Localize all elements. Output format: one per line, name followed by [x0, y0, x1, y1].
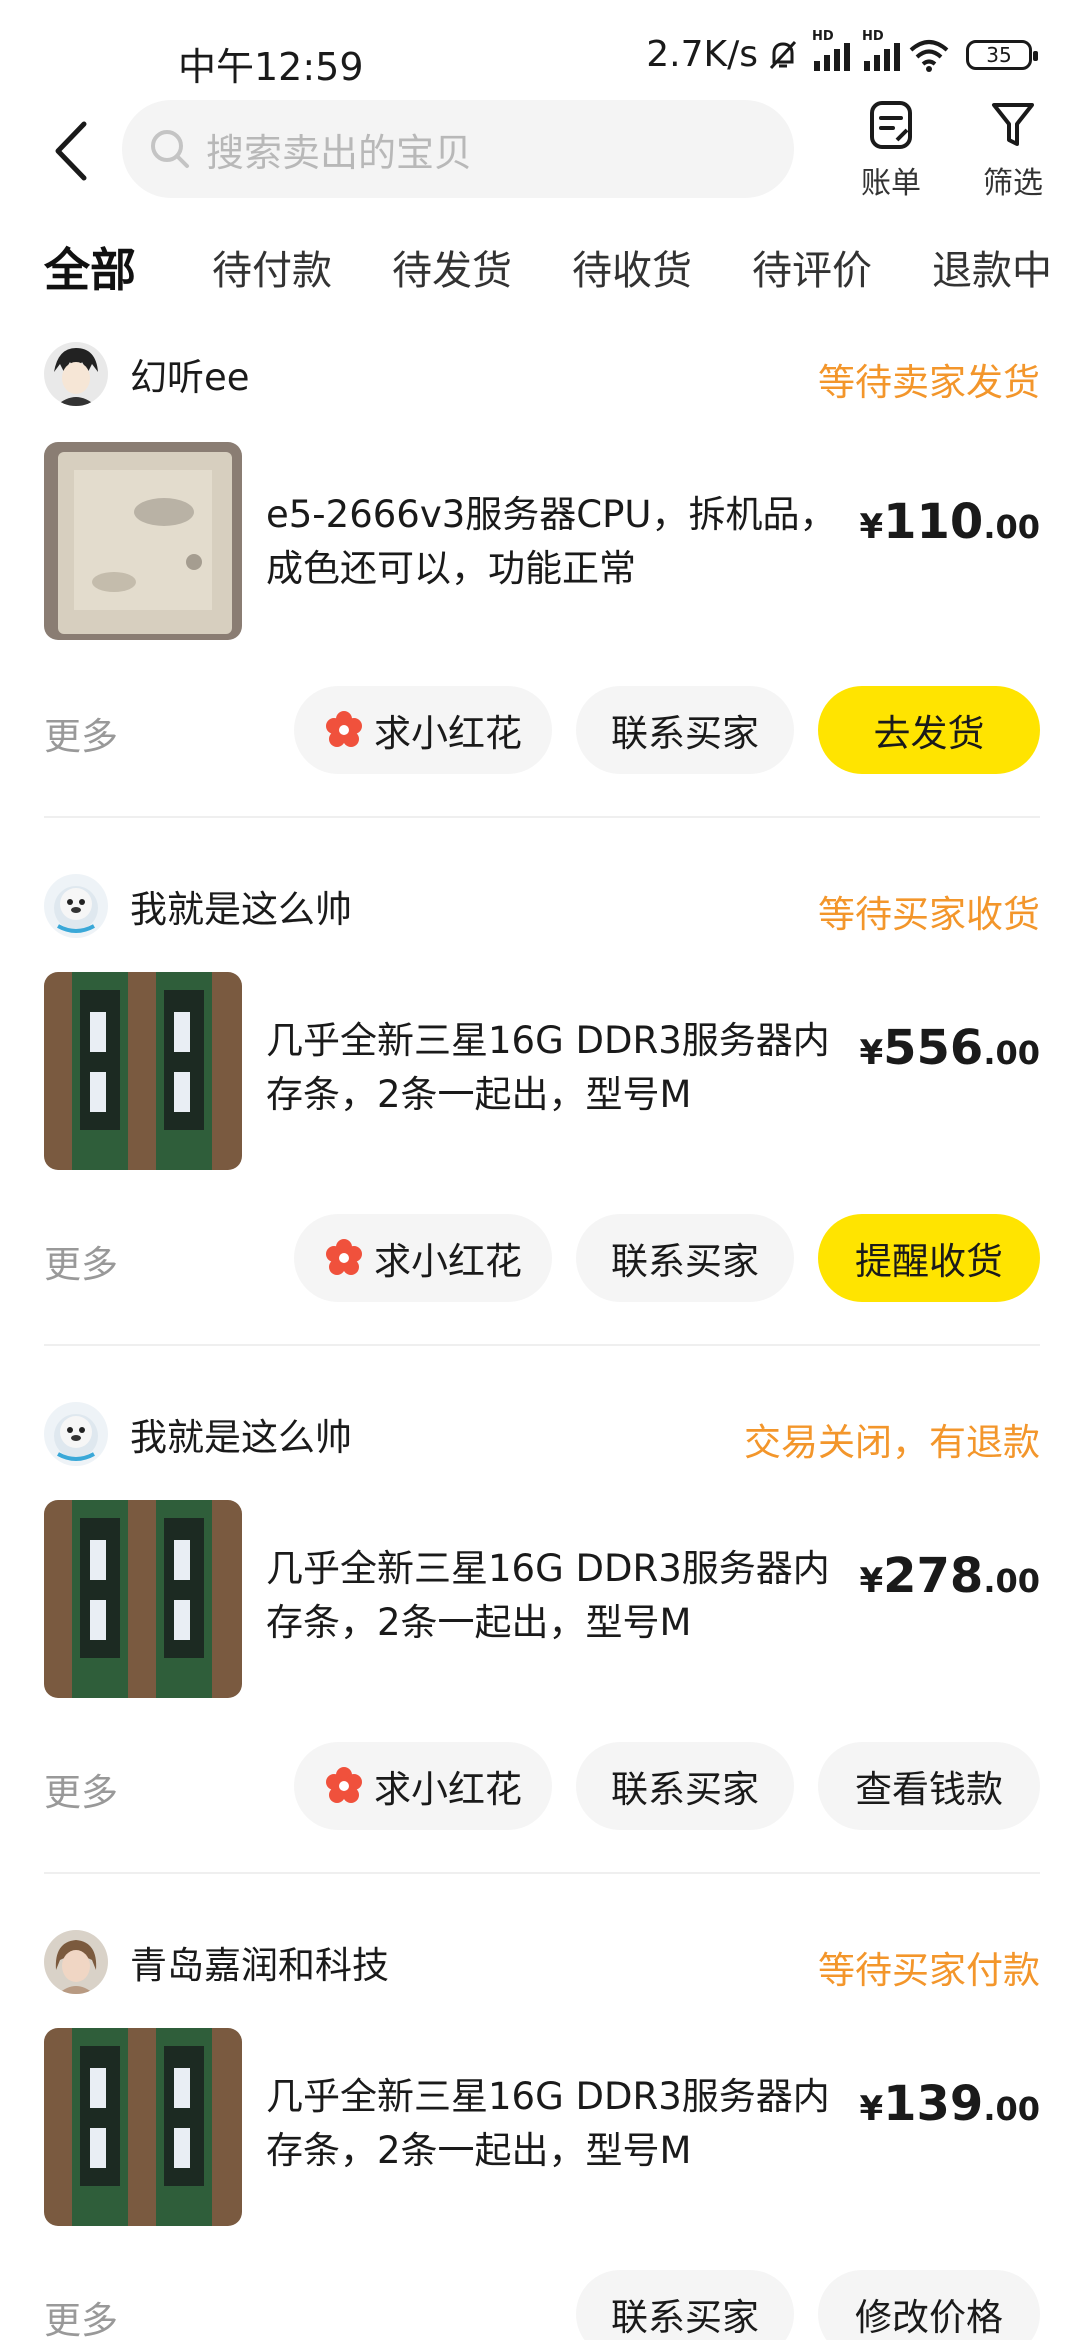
order-price: ¥278.00 — [859, 1548, 1040, 1604]
header: 搜索卖出的宝贝 账单 筛选 — [0, 96, 1080, 206]
seller-name: 我就是这么帅 — [130, 1416, 352, 1459]
red-flower-icon — [326, 711, 362, 747]
search-icon — [151, 130, 189, 168]
order-price: ¥110.00 — [859, 494, 1040, 550]
avatar — [44, 1402, 108, 1466]
seller-name: 幻听ee — [130, 356, 250, 399]
order-card[interactable]: 我就是这么帅 等待买家收货 几乎全新三星16G DDR3服务器内 存条，2条一起… — [0, 816, 1080, 1346]
order-card[interactable]: 幻听ee 等待卖家发货 e5-2666v3服务器CPU，拆机品， 成色还可以，功… — [0, 336, 1080, 866]
wifi-icon — [909, 39, 949, 72]
order-status: 等待买家收货 — [818, 893, 1040, 936]
product-image[interactable] — [44, 972, 242, 1170]
product-title[interactable]: e5-2666v3服务器CPU，拆机品， 成色还可以，功能正常 — [266, 488, 846, 596]
search-input[interactable]: 搜索卖出的宝贝 — [122, 100, 794, 198]
contact-buyer-button[interactable]: 联系买家 — [576, 686, 794, 774]
seller-info[interactable]: 我就是这么帅 — [44, 874, 352, 938]
mute-bell-icon — [769, 40, 797, 69]
divider — [44, 1344, 1040, 1346]
order-status: 等待卖家发货 — [818, 361, 1040, 404]
more-button[interactable]: 更多 — [44, 2290, 118, 2340]
ask-flower-button[interactable]: 求小红花 — [294, 1214, 552, 1302]
tab-refunding[interactable]: 退款中 — [932, 238, 1052, 296]
product-image[interactable] — [44, 1500, 242, 1698]
ask-flower-button[interactable]: 求小红花 — [294, 1742, 552, 1830]
tab-all[interactable]: 全部 — [40, 234, 136, 306]
view-funds-button[interactable]: 查看钱款 — [818, 1742, 1040, 1830]
avatar — [44, 1930, 108, 1994]
red-flower-icon — [326, 1239, 362, 1275]
product-title[interactable]: 几乎全新三星16G DDR3服务器内 存条，2条一起出，型号M — [266, 1542, 846, 1650]
contact-buyer-button[interactable]: 联系买家 — [576, 1742, 794, 1830]
tab-pending-receipt[interactable]: 待收货 — [572, 238, 692, 296]
status-bar: 中午12:59 2.7K/s HD HD 35 — [0, 0, 1080, 96]
divider — [44, 816, 1040, 818]
tab-pending-shipment[interactable]: 待发货 — [392, 238, 512, 296]
seller-info[interactable]: 青岛嘉润和科技 — [44, 1930, 389, 1994]
order-card[interactable]: 我就是这么帅 交易关闭，有退款 几乎全新三星16G DDR3服务器内 存条，2条… — [0, 1344, 1080, 1874]
status-time: 中午12:59 — [178, 45, 364, 89]
order-status: 交易关闭，有退款 — [744, 1421, 1040, 1464]
divider — [44, 1872, 1040, 1874]
filter-icon — [992, 103, 1034, 146]
modify-price-button[interactable]: 修改价格 — [818, 2270, 1040, 2340]
order-price: ¥139.00 — [859, 2076, 1040, 2132]
order-card[interactable]: 青岛嘉润和科技 等待买家付款 几乎全新三星16G DDR3服务器内 存条，2条一… — [0, 1872, 1080, 2340]
status-icons: 2.7K/s HD HD 35 — [646, 29, 1038, 75]
contact-buyer-button[interactable]: 联系买家 — [576, 2270, 794, 2340]
ask-flower-button[interactable]: 求小红花 — [294, 686, 552, 774]
tab-pending-review[interactable]: 待评价 — [752, 238, 872, 296]
order-price: ¥556.00 — [859, 1020, 1040, 1076]
product-title[interactable]: 几乎全新三星16G DDR3服务器内 存条，2条一起出，型号M — [266, 2070, 846, 2178]
more-button[interactable]: 更多 — [44, 706, 118, 760]
seller-name: 我就是这么帅 — [130, 888, 352, 931]
bill-label: 账单 — [861, 166, 921, 201]
order-tabs: 全部 待付款 待发货 待收货 待评价 退款中 — [0, 230, 1080, 310]
contact-buyer-button[interactable]: 联系买家 — [576, 1214, 794, 1302]
product-title[interactable]: 几乎全新三星16G DDR3服务器内 存条，2条一起出，型号M — [266, 1014, 846, 1122]
tab-pending-payment[interactable]: 待付款 — [212, 238, 332, 296]
seller-info[interactable]: 幻听ee — [44, 342, 250, 406]
search-placeholder: 搜索卖出的宝贝 — [206, 130, 473, 175]
filter-button[interactable]: 筛选 — [968, 100, 1058, 202]
remind-receipt-button[interactable]: 提醒收货 — [818, 1214, 1040, 1302]
product-image[interactable] — [44, 442, 242, 640]
bill-button[interactable]: 账单 — [846, 100, 936, 202]
red-flower-icon — [326, 1767, 362, 1803]
network-speed: 2.7K/s — [646, 34, 758, 75]
filter-label: 筛选 — [983, 166, 1043, 201]
seller-info[interactable]: 我就是这么帅 — [44, 1402, 352, 1466]
signal-icon: HD — [812, 29, 850, 71]
back-arrow-icon[interactable] — [40, 116, 100, 186]
avatar — [44, 342, 108, 406]
ship-button[interactable]: 去发货 — [818, 686, 1040, 774]
more-button[interactable]: 更多 — [44, 1234, 118, 1288]
order-status: 等待买家付款 — [818, 1949, 1040, 1992]
bill-icon — [870, 101, 912, 149]
battery-icon: 35 — [966, 39, 1038, 70]
product-image[interactable] — [44, 2028, 242, 2226]
seller-name: 青岛嘉润和科技 — [130, 1944, 389, 1987]
signal-icon-2: HD — [862, 29, 900, 71]
more-button[interactable]: 更多 — [44, 1762, 118, 1816]
avatar — [44, 874, 108, 938]
